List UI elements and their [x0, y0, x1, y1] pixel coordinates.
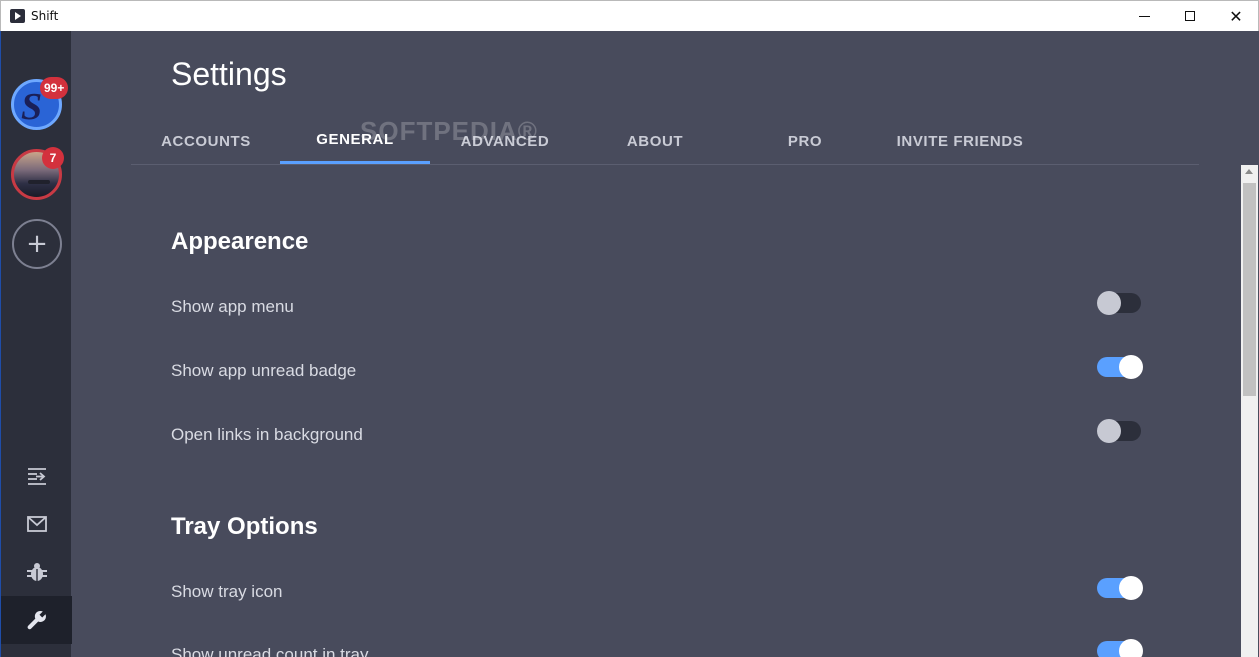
menu-arrow-button[interactable]	[1, 452, 72, 500]
toggle-knob	[1119, 576, 1143, 600]
unread-badge: 7	[42, 147, 64, 169]
scroll-thumb[interactable]	[1243, 183, 1256, 396]
airplane-photo-icon	[28, 180, 50, 184]
setting-label-show-app-menu: Show app menu	[171, 297, 294, 316]
app-logo-icon	[10, 9, 25, 23]
close-icon: ✕	[1229, 6, 1243, 26]
minimize-button[interactable]	[1121, 1, 1167, 31]
section-title-tray-options: Tray Options	[171, 513, 318, 540]
window-title: Shift	[31, 9, 59, 23]
tab-about[interactable]: ABOUT	[580, 118, 730, 164]
settings-button[interactable]	[1, 596, 72, 644]
shift-logo-icon: S	[21, 86, 43, 128]
maximize-icon	[1185, 11, 1195, 21]
minimize-icon	[1138, 15, 1150, 17]
setting-label-show-unread-badge: Show app unread badge	[171, 361, 357, 380]
wrench-icon	[27, 610, 46, 630]
scroll-up-arrow-icon[interactable]	[1245, 169, 1253, 174]
close-button[interactable]: ✕	[1213, 1, 1259, 31]
section-title-appearance: Appearence	[171, 228, 309, 255]
watermark: SOFTPEDIA®	[360, 116, 538, 146]
setting-label-open-links-background: Open links in background	[171, 425, 363, 444]
bug-report-button[interactable]	[1, 548, 72, 596]
tab-invite-friends[interactable]: INVITE FRIENDS	[880, 118, 1040, 164]
toggle-show-app-menu[interactable]	[1097, 291, 1141, 315]
toggle-knob	[1119, 355, 1143, 379]
page-title: Settings	[171, 56, 287, 92]
add-account-button[interactable]: +	[12, 219, 62, 269]
toggle-knob	[1119, 639, 1143, 657]
toggle-open-links-background[interactable]	[1097, 419, 1141, 443]
bug-icon	[26, 563, 47, 581]
setting-label-show-unread-count-tray: Show unread count in tray	[171, 645, 369, 657]
maximize-button[interactable]	[1167, 1, 1213, 31]
tab-accounts[interactable]: ACCOUNTS	[131, 118, 281, 164]
toggle-knob	[1097, 419, 1121, 443]
mail-button[interactable]	[1, 500, 72, 548]
mail-icon	[26, 516, 47, 532]
toggle-show-unread-count-tray[interactable]	[1097, 639, 1143, 657]
scrollbar[interactable]	[1241, 165, 1258, 657]
toggle-show-unread-badge[interactable]	[1097, 355, 1143, 379]
setting-label-show-tray-icon: Show tray icon	[171, 582, 283, 601]
unread-badge: 99+	[40, 77, 69, 99]
settings-tabs: ACCOUNTS GENERAL ADVANCED ABOUT PRO INVI…	[131, 118, 1199, 165]
title-bar: Shift ✕	[0, 0, 1259, 31]
toggle-show-tray-icon[interactable]	[1097, 576, 1143, 600]
menu-arrow-icon	[27, 468, 46, 485]
tab-pro[interactable]: PRO	[730, 118, 880, 164]
toggle-knob	[1097, 291, 1121, 315]
sidebar: S 99+ 7 +	[0, 31, 72, 657]
